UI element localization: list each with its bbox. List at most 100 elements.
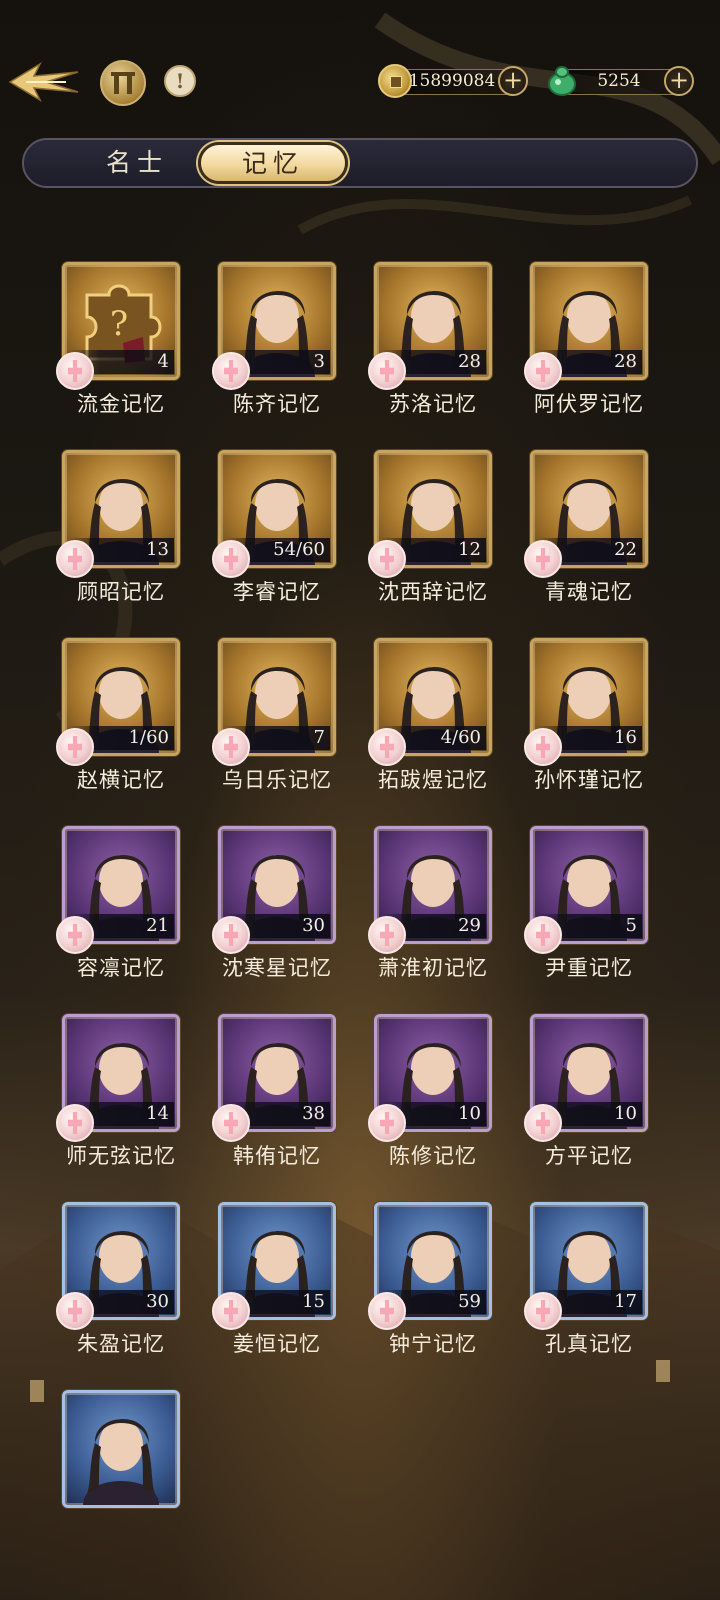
memory-count: 1/60 xyxy=(128,727,169,748)
memory-shard-icon xyxy=(368,1104,406,1142)
memory-card[interactable]: 7 乌日乐记忆 xyxy=(212,638,336,792)
memory-name: 尹重记忆 xyxy=(545,956,633,980)
memory-count: 30 xyxy=(146,1291,169,1312)
add-jade-button[interactable]: + xyxy=(664,66,694,96)
memory-card[interactable]: 14 师无弦记忆 xyxy=(56,1014,180,1168)
add-coins-button[interactable]: + xyxy=(498,66,528,96)
memory-shard-icon xyxy=(524,352,562,390)
memory-card[interactable]: ? 4 流金记忆 xyxy=(56,262,180,416)
memory-shard-icon xyxy=(56,352,94,390)
memory-shard-icon xyxy=(212,728,250,766)
memory-shard-icon xyxy=(212,1104,250,1142)
memory-card[interactable]: 4/60 拓跋煜记忆 xyxy=(368,638,492,792)
memory-count: 17 xyxy=(614,1291,637,1312)
memory-card[interactable]: 28 阿伏罗记忆 xyxy=(524,262,648,416)
tab-bar: 名士 记忆 xyxy=(22,138,698,188)
memory-card[interactable] xyxy=(62,1390,180,1508)
memory-card[interactable]: 10 陈修记忆 xyxy=(368,1014,492,1168)
memory-shard-icon xyxy=(368,540,406,578)
memory-card[interactable]: 30 沈寒星记忆 xyxy=(212,826,336,980)
memory-count: 16 xyxy=(614,727,637,748)
exclamation-icon: ! xyxy=(175,69,185,93)
jade-value: 5254 xyxy=(597,71,641,91)
memory-name: 李睿记忆 xyxy=(233,580,321,604)
memory-name: 方平记忆 xyxy=(545,1144,633,1168)
memory-shard-icon xyxy=(368,728,406,766)
memory-card[interactable]: 22 青魂记忆 xyxy=(524,450,648,604)
memory-shard-icon xyxy=(368,916,406,954)
memory-card[interactable]: 21 容凛记忆 xyxy=(56,826,180,980)
memory-name: 朱盈记忆 xyxy=(77,1332,165,1356)
memory-name: 沈西辞记忆 xyxy=(378,580,488,604)
memory-card[interactable]: 17 孔真记忆 xyxy=(524,1202,648,1356)
memory-count: 4/60 xyxy=(440,727,481,748)
memory-count: 12 xyxy=(458,539,481,560)
memory-shard-icon xyxy=(368,352,406,390)
winged-arrow-back-icon xyxy=(8,62,79,102)
memory-card[interactable]: 38 韩侑记忆 xyxy=(212,1014,336,1168)
memory-shard-icon xyxy=(212,540,250,578)
memory-card[interactable]: 30 朱盈记忆 xyxy=(56,1202,180,1356)
memory-shard-icon xyxy=(524,916,562,954)
memory-shard-icon xyxy=(524,728,562,766)
memory-count: 4 xyxy=(157,351,169,372)
pavilion-button[interactable] xyxy=(100,60,146,106)
memory-name: 孔真记忆 xyxy=(545,1332,633,1356)
memory-count: 38 xyxy=(302,1103,325,1124)
memory-shard-icon xyxy=(212,1292,250,1330)
memory-count: 3 xyxy=(313,351,325,372)
memory-card[interactable]: 54/60 李睿记忆 xyxy=(212,450,336,604)
coin-value: 15899084 xyxy=(408,71,496,91)
memory-shard-icon xyxy=(56,916,94,954)
memory-shard-icon xyxy=(212,352,250,390)
memory-count: 22 xyxy=(614,539,637,560)
memory-name: 孙怀瑾记忆 xyxy=(534,768,644,792)
memory-name: 姜恒记忆 xyxy=(233,1332,321,1356)
memory-shard-icon xyxy=(524,1104,562,1142)
memory-count: 21 xyxy=(146,915,169,936)
memory-count: 54/60 xyxy=(273,539,325,560)
memory-card[interactable]: 16 孙怀瑾记忆 xyxy=(524,638,648,792)
memory-name: 萧淮初记忆 xyxy=(378,956,488,980)
memory-shard-icon xyxy=(524,540,562,578)
tab-celebrities[interactable]: 名士 xyxy=(62,140,212,186)
info-button[interactable]: ! xyxy=(164,65,196,97)
pavilion-gate-icon xyxy=(111,72,135,94)
memory-card[interactable]: 5 尹重记忆 xyxy=(524,826,648,980)
memory-count: 29 xyxy=(458,915,481,936)
memory-shard-icon xyxy=(56,728,94,766)
memory-card[interactable]: 13 顾昭记忆 xyxy=(56,450,180,604)
memory-count: 13 xyxy=(146,539,169,560)
memory-count: 14 xyxy=(146,1103,169,1124)
memory-name: 顾昭记忆 xyxy=(77,580,165,604)
memory-card[interactable]: 28 苏洛记忆 xyxy=(368,262,492,416)
memory-count: 7 xyxy=(313,727,325,748)
memory-card[interactable]: 10 方平记忆 xyxy=(524,1014,648,1168)
memory-card[interactable]: 29 萧淮初记忆 xyxy=(368,826,492,980)
memory-card[interactable]: 3 陈齐记忆 xyxy=(212,262,336,416)
memory-name: 青魂记忆 xyxy=(545,580,633,604)
memory-card[interactable]: 15 姜恒记忆 xyxy=(212,1202,336,1356)
back-button[interactable] xyxy=(6,60,82,104)
memory-count: 30 xyxy=(302,915,325,936)
svg-text:?: ? xyxy=(110,304,128,344)
memory-shard-icon xyxy=(56,540,94,578)
tab-memories[interactable]: 记忆 xyxy=(198,142,348,184)
memory-count: 59 xyxy=(458,1291,481,1312)
memory-shard-icon xyxy=(368,1292,406,1330)
memory-name: 拓跋煜记忆 xyxy=(378,768,488,792)
memory-name: 韩侑记忆 xyxy=(233,1144,321,1168)
memory-name: 阿伏罗记忆 xyxy=(534,392,644,416)
memory-name: 苏洛记忆 xyxy=(389,392,477,416)
memory-name: 师无弦记忆 xyxy=(66,1144,176,1168)
memory-count: 15 xyxy=(302,1291,325,1312)
memory-name: 钟宁记忆 xyxy=(389,1332,477,1356)
memory-count: 10 xyxy=(458,1103,481,1124)
memory-card[interactable]: 12 沈西辞记忆 xyxy=(368,450,492,604)
top-bar: ! 15899084 + 5254 + xyxy=(0,56,720,106)
character-portrait-icon xyxy=(83,1418,159,1505)
memory-name: 陈齐记忆 xyxy=(233,392,321,416)
memory-shard-icon xyxy=(56,1104,94,1142)
memory-card[interactable]: 59 钟宁记忆 xyxy=(368,1202,492,1356)
memory-card[interactable]: 1/60 赵横记忆 xyxy=(56,638,180,792)
